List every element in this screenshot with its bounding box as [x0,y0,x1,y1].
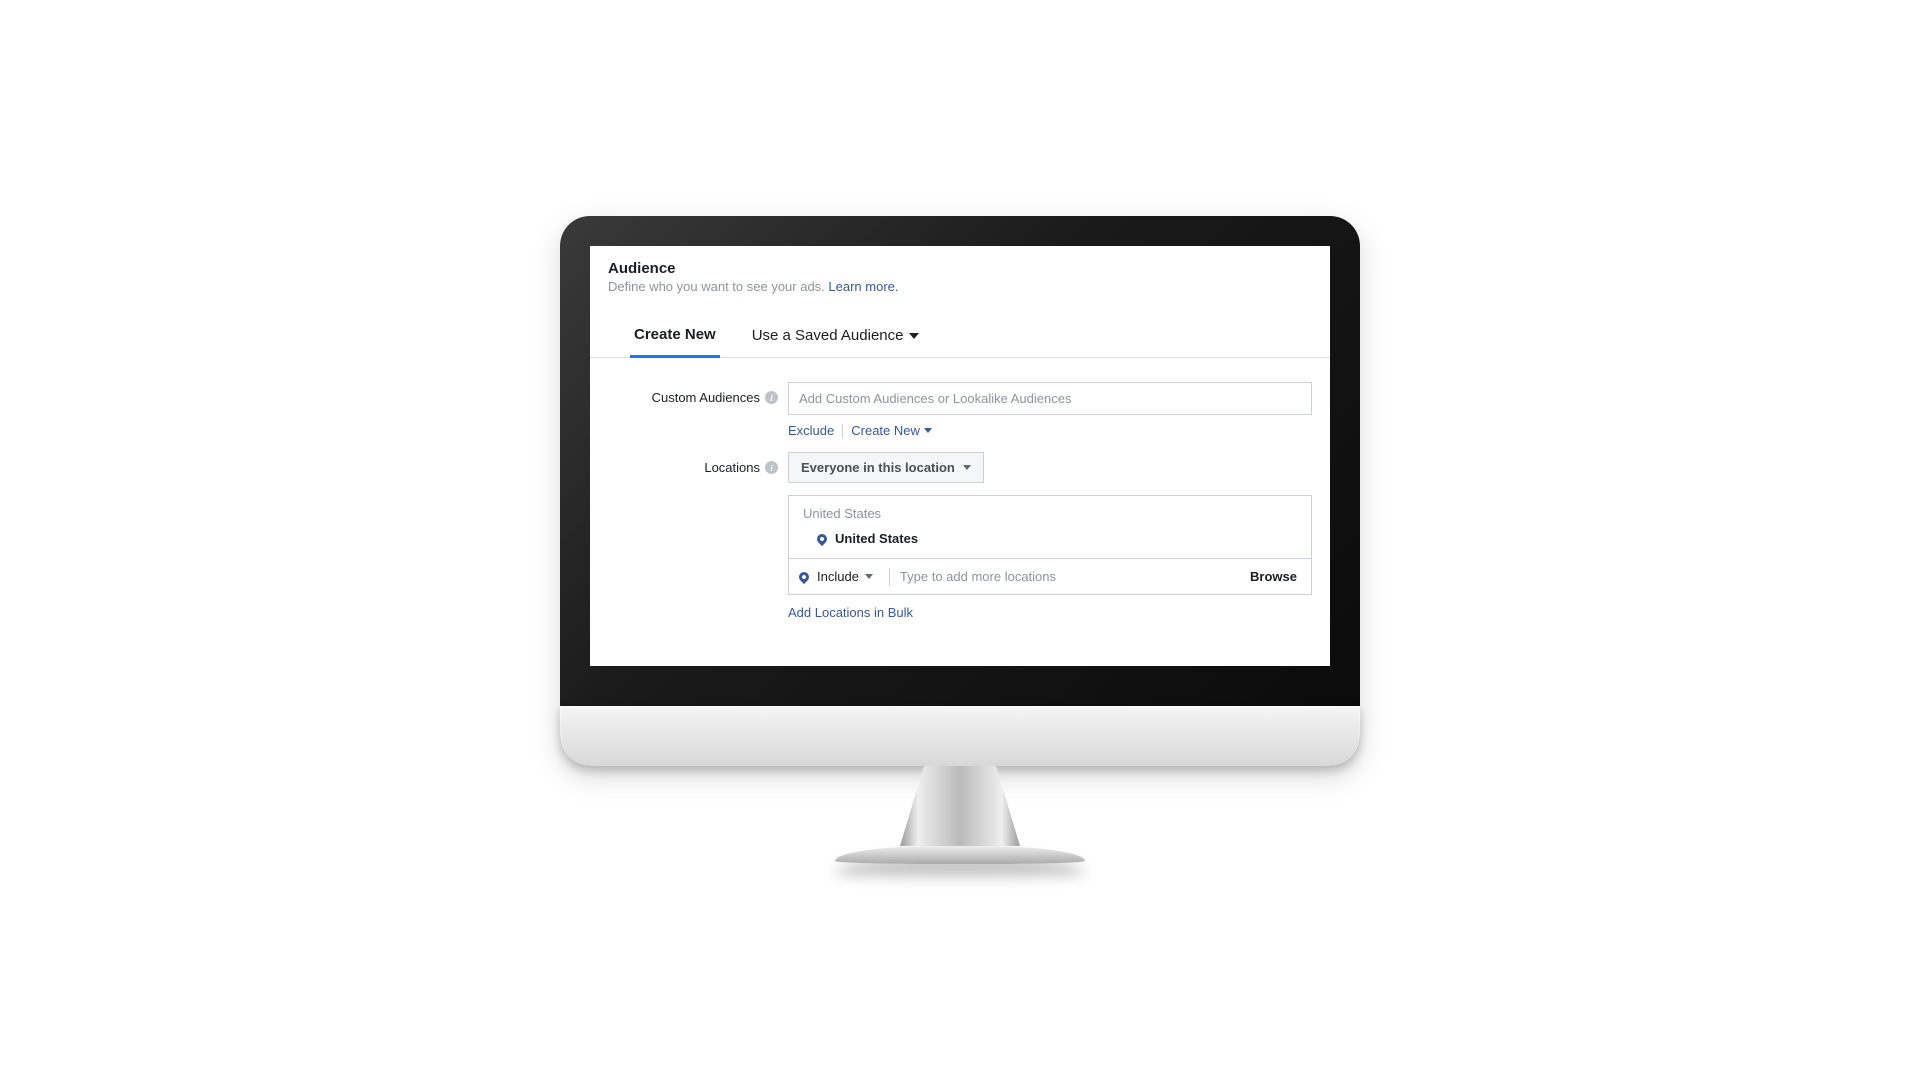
screen: Audience Define who you want to see your… [590,246,1330,666]
field-label: Custom Audiences i [608,382,788,405]
subtitle-text: Define who you want to see your ads. [608,279,828,294]
chevron-down-icon [924,428,932,433]
location-selected-item[interactable]: United States [789,525,1311,558]
create-new-audience-link[interactable]: Create New [851,423,932,438]
learn-more-link[interactable]: Learn more. [828,279,898,294]
tab-label: Create New [634,326,716,343]
label-text: Custom Audiences [652,390,760,405]
tab-saved-audience[interactable]: Use a Saved Audience [748,326,924,357]
location-group-header: United States [789,496,1311,525]
field-content: Exclude Create New [788,382,1312,438]
tab-bar: Create New Use a Saved Audience [590,300,1330,358]
chevron-down-icon [865,574,873,579]
browse-button[interactable]: Browse [1246,567,1301,586]
chevron-down-icon [963,465,971,470]
location-add-row: Include Browse [789,558,1311,594]
imac-mockup: Audience Define who you want to see your… [560,216,1360,864]
location-scope-dropdown[interactable]: Everyone in this location [788,452,984,483]
row-custom-audiences: Custom Audiences i Exclude Create New [608,382,1312,438]
monitor-chin [560,706,1360,766]
divider [842,424,843,438]
location-name: United States [835,531,918,546]
include-exclude-dropdown[interactable]: Include [817,569,881,584]
audience-form: Custom Audiences i Exclude Create New [590,358,1330,640]
divider [889,568,890,586]
tab-label: Use a Saved Audience [752,327,904,344]
location-add-input[interactable] [898,565,1238,588]
custom-audiences-input[interactable] [788,382,1312,415]
section-subtitle: Define who you want to see your ads. Lea… [608,279,1312,294]
pin-icon [815,531,829,545]
section-title: Audience [608,260,1312,277]
info-icon[interactable]: i [765,461,778,474]
locations-box: United States United States Include [788,495,1312,595]
field-label: Locations i [608,452,788,475]
field-content: Everyone in this location United States … [788,452,1312,620]
tab-create-new[interactable]: Create New [630,326,720,358]
section-header: Audience Define who you want to see your… [590,246,1330,300]
label-text: Locations [704,460,760,475]
pin-icon [797,569,811,583]
add-locations-bulk-link[interactable]: Add Locations in Bulk [788,605,1312,620]
include-label: Include [817,569,859,584]
dropdown-value: Everyone in this location [801,460,955,475]
monitor-stand-neck [900,766,1020,846]
custom-audience-actions: Exclude Create New [788,423,1312,438]
monitor-frame: Audience Define who you want to see your… [560,216,1360,766]
link-text: Create New [851,423,920,438]
exclude-link[interactable]: Exclude [788,423,834,438]
chevron-down-icon [909,333,919,339]
row-locations: Locations i Everyone in this location Un… [608,452,1312,620]
info-icon[interactable]: i [765,391,778,404]
monitor-stand-base [835,846,1085,864]
